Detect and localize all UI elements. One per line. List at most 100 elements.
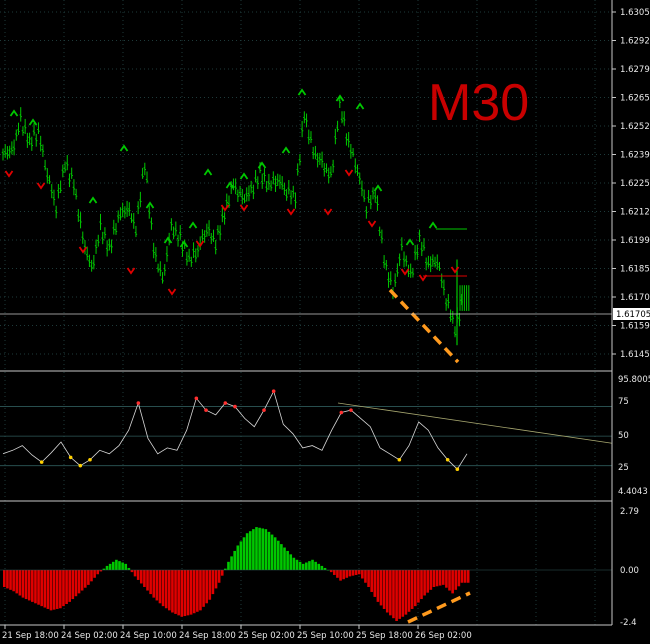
macd-bar [83,570,87,588]
macd-bar [96,570,100,575]
macd-bar [417,570,420,603]
macd-bar [445,570,448,588]
macd-tick-label: 2.79 [620,507,639,517]
price-tick-label: 1.62790 [620,65,650,75]
macd-bar [80,570,84,591]
macd-bar [196,570,199,612]
price-tick-label: 1.61590 [620,322,650,332]
macd-bar [155,570,159,601]
macd-bar [392,570,395,619]
price-tick-label: 1.61455 [620,350,650,360]
macd-bar [105,565,109,570]
rsi-low-dot [455,467,460,472]
fractal-up-marker [179,240,189,248]
fractal-up-marker [28,118,38,126]
rsi-high-dot [136,401,141,405]
macd-bar [115,559,118,570]
price-candles [1,95,470,346]
macd-bar [62,570,65,607]
rsi-tick-label: 95.8005 [618,375,650,385]
macd-bar [258,527,261,570]
macd-bar [342,570,345,580]
macd-bar [435,570,439,587]
macd-bar [146,570,149,591]
macd-bar [457,570,461,587]
macd-bar [161,570,165,607]
time-tick-label: 25 Sep 02:00 [238,631,295,641]
macd-bar [398,570,402,619]
macd-bar [426,570,430,593]
macd-bar [289,554,293,570]
macd-bar [180,570,184,617]
fractal-up-marker [145,201,155,209]
macd-bar [245,533,249,570]
macd-bar [3,570,6,587]
macd-bar [323,567,327,570]
macd-bar [376,570,380,602]
macd-bar [40,570,43,607]
macd-bar [227,561,230,570]
macd-bar [370,570,373,592]
current-price-label: 1.61705 [616,310,650,320]
macd-bar [21,570,25,598]
macd-bar [168,570,171,611]
macd-bar [252,529,255,570]
fractal-up-marker [355,102,365,110]
macd-bar [37,570,40,605]
rsi-low-dot [78,463,83,468]
macd-bar [46,570,50,609]
fractal-up-marker [188,221,198,229]
macd-bar [283,547,286,570]
macd-bar [329,570,333,573]
macd-bar [264,529,268,570]
macd-bar [217,570,221,583]
macd-bar [214,570,218,589]
macd-bar [357,570,361,575]
macd-bar [429,570,433,590]
axes: 1.63055 1.62925 1.62790 1.62655 1.62525 1.623… [0,0,650,641]
macd-bar [15,570,19,594]
macd-bar [9,570,12,590]
price-tick-label: 1.62655 [620,94,650,104]
macd-bar [404,570,408,615]
rsi-high-dot [223,401,228,405]
rsi-line [2,390,468,470]
macd-bar [320,565,324,570]
macd-bar [208,570,212,600]
macd-bar [292,557,296,570]
macd-tick-label: -2.4 [620,618,637,628]
macd-bar [348,570,352,577]
macd-bar [177,570,180,616]
macd-bar [463,570,467,583]
macd-bar [139,570,143,584]
macd-bar [12,570,15,592]
rsi-low-dot [68,455,73,460]
macd-bar [55,570,59,609]
macd-bar [74,570,78,597]
price-tick-label: 1.61990 [620,236,650,246]
macd-bar [152,570,156,598]
macd-bar [407,570,411,612]
macd-bar [27,570,31,601]
trading-chart[interactable]: 1.63055 1.62925 1.62790 1.62655 1.62525 1.623… [0,0,650,644]
macd-bar [345,570,349,578]
fractal-down-marker [36,182,46,190]
macd-bar [423,570,426,596]
rsi-tick-label: 4.4043 [618,487,648,497]
macd-bar [308,561,311,570]
macd-bar [205,570,208,604]
fractal-up-marker [373,184,383,192]
macd-bar [230,556,233,570]
macd-bar [395,570,398,621]
macd-bar [270,534,274,570]
macd-bar [460,570,464,583]
macd-bar [52,570,56,610]
macd-bar [136,570,140,580]
macd-bar [336,570,339,578]
macd-bar [410,570,414,609]
rsi-high-dot [262,408,266,412]
macd-bar [389,570,392,616]
time-tick-label: 25 Sep 18:00 [356,631,413,641]
macd-bar [401,570,405,617]
macd-bar [71,570,75,600]
